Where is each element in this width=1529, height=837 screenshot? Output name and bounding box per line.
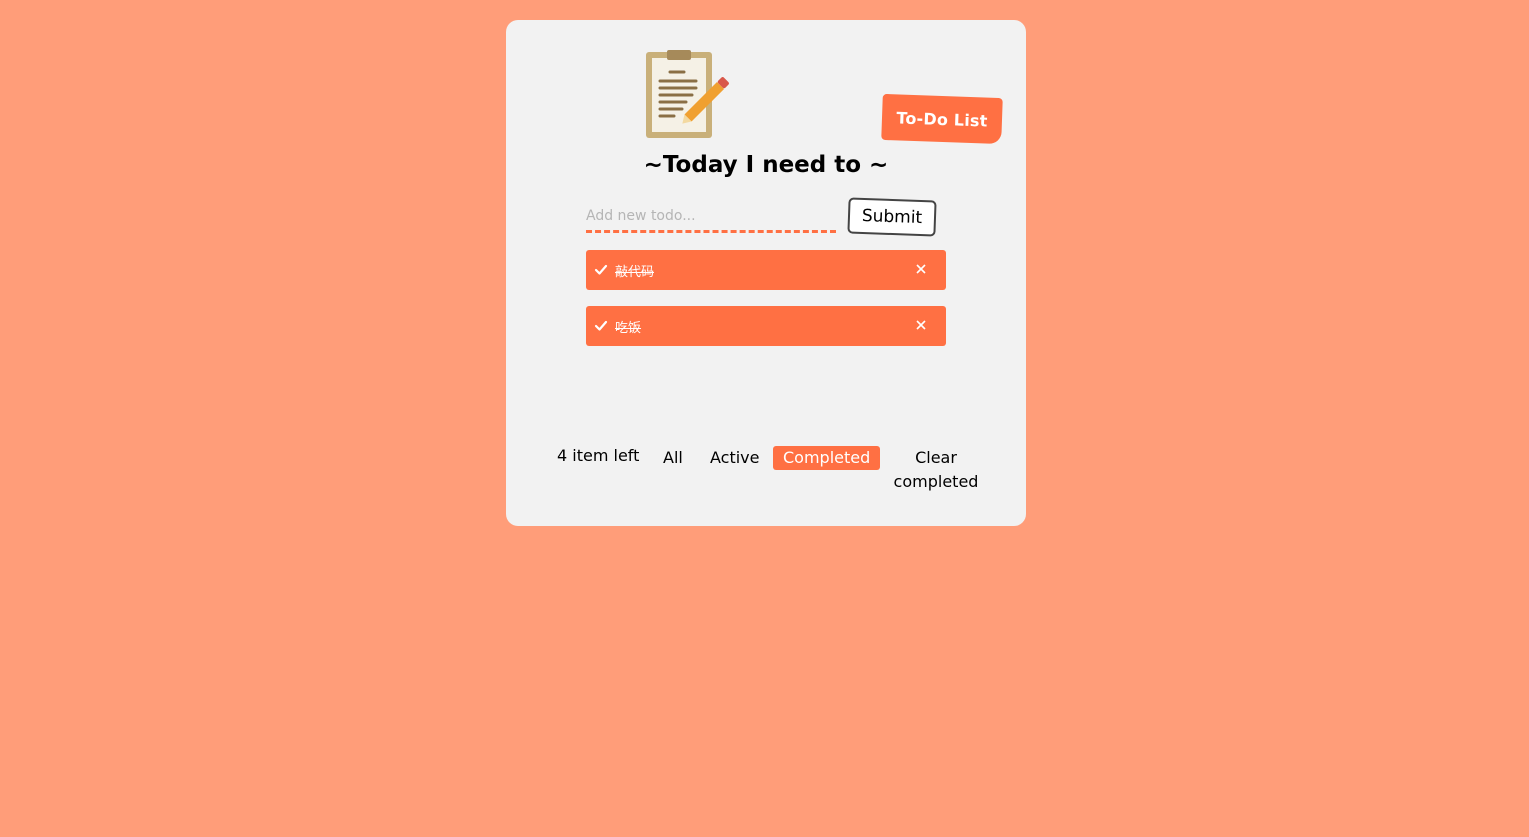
check-icon[interactable]: [594, 263, 608, 277]
todo-item[interactable]: 吃饭: [586, 306, 946, 346]
filter-all[interactable]: All: [653, 446, 693, 470]
todo-text: 吃饭: [615, 320, 642, 336]
items-left-count: 4 item left: [557, 446, 640, 465]
clear-label-line2: completed: [893, 472, 979, 491]
new-todo-input[interactable]: [586, 202, 836, 233]
logo: To-Do List: [644, 48, 1003, 145]
clipboard-pencil-icon: [646, 50, 729, 138]
todo-item[interactable]: 敲代码: [586, 250, 946, 290]
clear-label-line1: Clear: [915, 448, 957, 467]
todo-text: 敲代码: [615, 264, 655, 280]
clear-completed-button[interactable]: Clear completed: [890, 446, 982, 494]
filter-active[interactable]: Active: [700, 446, 770, 470]
check-icon[interactable]: [594, 319, 608, 333]
close-icon[interactable]: [914, 262, 928, 276]
page-title: ~Today I need to ~: [643, 152, 889, 178]
close-icon[interactable]: [914, 318, 928, 332]
todo-list: 敲代码 吃饭: [586, 250, 946, 362]
logo-tag: To-Do List: [881, 93, 1003, 145]
todo-card: To-Do List ~Today I need to ~ Submit 敲代码…: [506, 20, 1026, 526]
submit-button[interactable]: Submit: [847, 197, 937, 237]
filter-completed[interactable]: Completed: [773, 446, 881, 470]
